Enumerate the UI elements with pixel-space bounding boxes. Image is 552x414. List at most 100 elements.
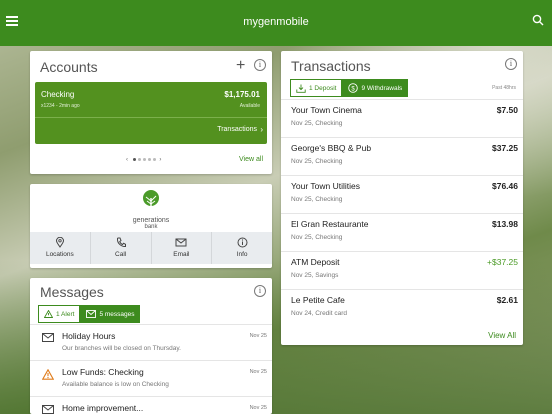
transactions-heading: Transactions [291,58,371,74]
bank-logo: generations bank [128,189,174,230]
warning-icon [42,369,54,380]
messages-card: Messages i 1 Alert 5 messages Holiday Ho… [30,278,272,414]
locations-label: Locations [45,251,74,258]
transaction-row[interactable]: Your Town Utilities Nov 25, Checking $76… [281,175,523,213]
transaction-detail: Nov 24, Credit card [291,310,347,317]
transaction-amount: $76.46 [492,181,518,191]
envelope-icon [86,310,97,318]
svg-text:$: $ [352,86,356,92]
tree-logo-icon [143,190,159,210]
message-title: Holiday Hours [62,331,116,341]
transaction-row[interactable]: George's BBQ & Pub Nov 25, Checking $37.… [281,137,523,175]
app-header: mygenmobile [0,0,552,46]
email-label: Email [173,251,190,258]
bank-card: generations bank Locations Call Email In… [30,184,272,268]
app-title: mygenmobile [243,16,309,28]
logo-text-line2: bank [144,224,158,230]
withdrawals-filter-label: 9 Withdrawals [361,84,403,92]
message-item[interactable]: Low Funds: Checking Available balance is… [30,360,272,394]
envelope-icon [42,333,54,342]
transaction-merchant: Your Town Cinema [291,105,362,115]
transactions-info-icon[interactable]: i [505,58,517,70]
deposits-filter-button[interactable]: 1 Deposit [290,79,343,97]
transaction-merchant: Le Petite Cafe [291,295,345,305]
transaction-row[interactable]: ATM Deposit Nov 25, Savings +$37.25 [281,251,523,289]
transaction-merchant: George's BBQ & Pub [291,143,372,153]
chevron-right-icon[interactable]: › [260,125,263,134]
warning-icon [44,310,53,318]
message-title: Home improvement... [62,403,144,413]
deposits-filter-label: 1 Deposit [309,84,337,92]
transaction-detail: Nov 25, Savings [291,272,339,279]
message-date: Nov 25 [249,333,267,339]
transaction-amount: $7.50 [496,105,518,115]
transaction-merchant: El Gran Restaurante [291,219,369,229]
logo-text-line1: generations [132,217,170,224]
transaction-filter-buttons: 1 Deposit $ 9 Withdrawals [290,79,409,97]
transaction-merchant: ATM Deposit [291,257,340,267]
checking-account-tile[interactable]: Checking x1234 - 2min ago $1,175.01 Avai… [35,82,267,144]
pager-dot[interactable] [147,158,151,161]
pager-dot[interactable] [142,158,146,161]
messages-heading: Messages [40,284,104,300]
messages-filter-button[interactable]: 5 messages [80,305,141,323]
info-label: Info [236,251,248,258]
pager-dot-active[interactable] [132,158,136,161]
message-preview: Our branches will be closed on Thursday. [62,345,181,352]
transaction-amount: +$37.25 [487,257,518,267]
transaction-row[interactable]: Your Town Cinema Nov 25, Checking $7.50 [281,99,523,137]
call-label: Call [115,251,127,258]
transaction-detail: Nov 25, Checking [291,158,343,165]
pager-dot[interactable] [137,158,141,161]
message-item[interactable]: Holiday Hours Our branches will be close… [30,324,272,358]
call-button[interactable]: Call [89,232,151,264]
locations-button[interactable]: Locations [30,232,90,264]
account-balance: $1,175.01 [224,90,260,99]
bank-actions-bar: Locations Call Email Info [30,232,272,264]
transaction-detail: Nov 25, Checking [291,234,343,241]
pager-dot[interactable] [152,158,156,161]
transaction-amount: $2.61 [496,295,518,305]
envelope-icon [42,405,54,414]
accounts-info-icon[interactable]: i [254,59,266,71]
info-icon [237,237,248,248]
accounts-heading: Accounts [40,59,98,75]
transaction-amount: $13.98 [492,219,518,229]
alerts-filter-label: 1 Alert [56,310,75,318]
info-button[interactable]: Info [211,232,272,264]
transactions-link[interactable]: Transactions [217,126,257,133]
add-account-icon[interactable]: + [236,57,245,75]
account-pager: ‹ › [126,157,162,163]
email-button[interactable]: Email [150,232,212,264]
phone-icon [116,237,126,248]
message-title: Low Funds: Checking [62,367,144,377]
chevron-right-icon[interactable]: › [159,157,162,163]
chevron-left-icon[interactable]: ‹ [126,157,129,163]
transaction-amount: $37.25 [492,143,518,153]
alerts-filter-button[interactable]: 1 Alert [38,305,81,323]
withdrawals-filter-button[interactable]: $ 9 Withdrawals [342,79,409,97]
download-tray-icon [296,84,306,93]
dollar-coin-icon: $ [348,83,359,93]
transaction-merchant: Your Town Utilities [291,181,360,191]
message-preview: Available balance is low on Checking [62,381,169,388]
envelope-icon [175,238,187,247]
transaction-row[interactable]: Le Petite Cafe Nov 24, Credit card $2.61 [281,289,523,327]
message-date: Nov 25 [249,369,267,375]
accounts-view-all-link[interactable]: View all [239,156,263,163]
messages-info-icon[interactable]: i [254,285,266,297]
period-label: Past 48hrs [492,85,516,91]
transaction-detail: Nov 25, Checking [291,196,343,203]
message-filter-buttons: 1 Alert 5 messages [38,305,141,323]
transaction-row[interactable]: El Gran Restaurante Nov 25, Checking $13… [281,213,523,251]
message-item[interactable]: Home improvement... Nov 25 [30,396,272,414]
search-icon[interactable] [532,14,544,26]
transactions-card: Transactions i 1 Deposit $ 9 Withdrawals… [281,51,523,345]
divider [35,117,267,118]
account-subtext: x1234 - 2min ago [41,103,80,109]
location-pin-icon [55,237,64,248]
messages-filter-label: 5 messages [99,310,135,318]
account-name: Checking [41,90,75,99]
transactions-view-all-link[interactable]: View All [488,331,516,340]
message-date: Nov 25 [249,405,267,411]
